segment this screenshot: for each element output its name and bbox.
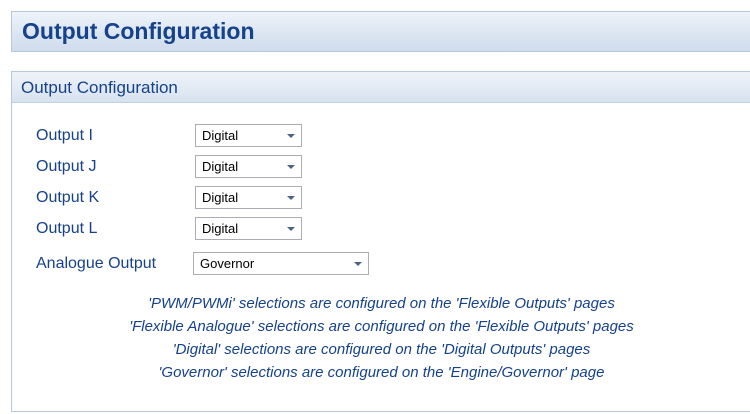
- output-l-value: Digital: [202, 221, 239, 236]
- output-k-select[interactable]: Digital: [195, 186, 302, 209]
- group-header-title: Output Configuration: [21, 78, 178, 97]
- analogue-output-label: Analogue Output: [36, 255, 157, 272]
- chevron-down-icon[interactable]: [287, 196, 295, 200]
- output-l-select[interactable]: Digital: [195, 217, 302, 240]
- page-title: Output Configuration: [22, 18, 255, 44]
- note-flexible-analogue: 'Flexible Analogue' selections are confi…: [129, 318, 634, 335]
- analogue-output-value: Governor: [200, 256, 255, 271]
- page-title-bar: Output Configuration: [11, 11, 750, 52]
- output-l-label: Output L: [36, 220, 98, 237]
- analogue-output-select[interactable]: Governor: [193, 252, 369, 275]
- output-j-value: Digital: [202, 159, 239, 174]
- output-configuration-page: Output Configuration Output Configuratio…: [0, 0, 750, 414]
- output-i-value: Digital: [202, 128, 239, 143]
- group-header: Output Configuration: [12, 72, 750, 103]
- chevron-down-icon[interactable]: [354, 262, 362, 266]
- output-k-label: Output K: [36, 189, 100, 206]
- note-pwm: 'PWM/PWMi' selections are configured on …: [148, 295, 615, 312]
- output-k-value: Digital: [202, 190, 239, 205]
- note-digital: 'Digital' selections are configured on t…: [172, 341, 591, 358]
- output-i-select[interactable]: Digital: [195, 124, 302, 147]
- chevron-down-icon[interactable]: [287, 134, 295, 138]
- output-j-select[interactable]: Digital: [195, 155, 302, 178]
- chevron-down-icon[interactable]: [287, 227, 295, 231]
- chevron-down-icon[interactable]: [287, 165, 295, 169]
- output-j-label: Output J: [36, 158, 97, 175]
- output-i-label: Output I: [36, 127, 93, 144]
- note-governor: 'Governor' selections are configured on …: [158, 364, 605, 381]
- output-configuration-group: Output Configuration Output I Digital Ou…: [11, 71, 750, 412]
